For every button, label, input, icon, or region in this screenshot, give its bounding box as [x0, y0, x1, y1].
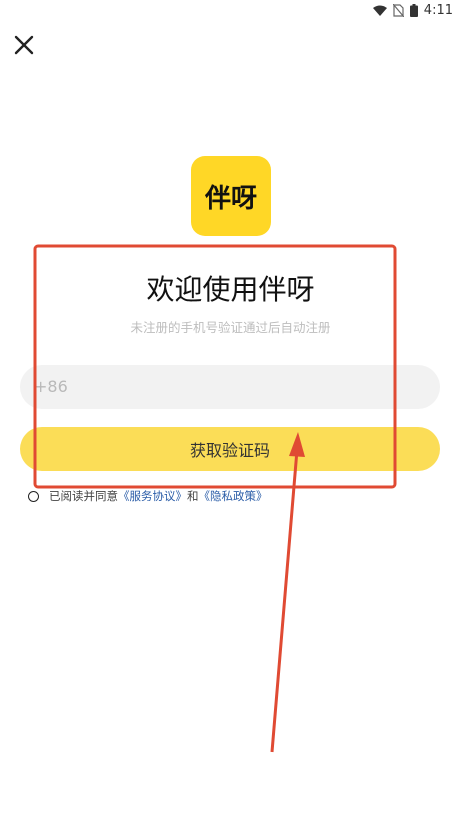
agreement-row: 已阅读并同意 《服务协议》 和 《隐私政策》 — [28, 488, 268, 504]
battery-icon — [409, 4, 418, 17]
country-code-prefix[interactable]: +86 — [34, 377, 68, 396]
annotation-arrow-line — [270, 449, 299, 753]
status-icons: 4:11 — [372, 3, 453, 18]
close-icon — [14, 35, 34, 55]
close-button[interactable] — [12, 33, 36, 57]
welcome-subtitle: 未注册的手机号验证通过后自动注册 — [130, 320, 331, 335]
service-agreement-link[interactable]: 《服务协议》 — [118, 488, 187, 504]
phone-input[interactable]: +86 — [20, 365, 440, 409]
get-code-button[interactable]: 获取验证码 — [20, 427, 440, 471]
agree-checkbox[interactable] — [28, 490, 39, 502]
wifi-icon — [372, 5, 387, 16]
get-code-button-label: 获取验证码 — [189, 441, 270, 460]
app-logo-text: 伴呀 — [204, 183, 257, 214]
annotation-overlay — [33, 244, 397, 753]
status-time: 4:11 — [423, 3, 453, 18]
status-bar: 4:11 — [0, 0, 461, 22]
welcome-title: 欢迎使用伴呀 — [146, 273, 315, 306]
no-sim-icon — [392, 4, 404, 17]
app-logo: 伴呀 — [191, 156, 271, 236]
agreement-prefix: 已阅读并同意 — [49, 489, 118, 503]
agreement-and: 和 — [187, 489, 199, 503]
privacy-policy-link[interactable]: 《隐私政策》 — [199, 488, 268, 504]
